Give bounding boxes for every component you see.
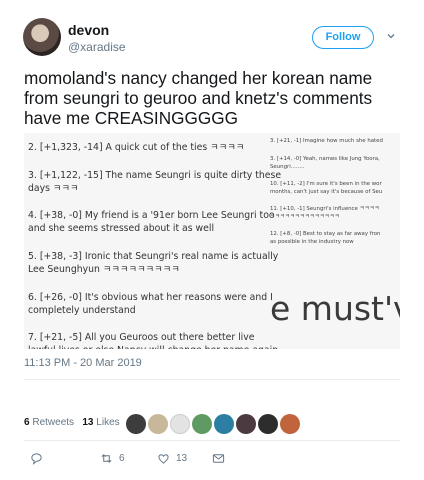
direct-message-button[interactable] <box>212 450 225 466</box>
liker-avatar[interactable] <box>170 414 190 434</box>
avatar[interactable] <box>23 18 61 56</box>
side-comment-item: 3. [+21, -1] Imagine how much she hated <box>270 138 383 144</box>
reply-icon <box>31 452 42 465</box>
comment-item: 2. [+1,323, -14] A quick cut of the ties… <box>28 142 245 153</box>
user-handle[interactable]: @xaradise <box>68 40 126 54</box>
liker-avatar[interactable] <box>126 414 146 434</box>
tweet-timestamp[interactable]: 11:13 PM - 20 Mar 2019 <box>24 357 142 369</box>
chevron-down-icon[interactable] <box>386 31 396 41</box>
liker-avatar[interactable] <box>236 414 256 434</box>
side-comment-item: 10. [+11, -2] I'm sure it's been in the … <box>270 181 383 195</box>
comment-item: 5. [+38, -3] Ironic that Seungri's real … <box>28 251 279 275</box>
follow-button[interactable]: Follow <box>312 26 374 49</box>
likes-label: Likes <box>96 417 120 428</box>
retweets-label: Retweets <box>32 417 75 428</box>
tweet-image[interactable]: 2. [+1,323, -14] A quick cut of the ties… <box>24 133 400 349</box>
like-count: 13 <box>176 452 188 464</box>
liker-avatar[interactable] <box>148 414 168 434</box>
tweet-header: devon @xaradise Follow <box>0 0 424 62</box>
tweet-actions: 6 13 <box>24 450 304 466</box>
divider <box>24 440 400 441</box>
retweet-count: 6 <box>119 452 125 464</box>
like-button[interactable]: 13 <box>157 450 187 466</box>
liker-avatar[interactable] <box>192 414 212 434</box>
display-name[interactable]: devon <box>68 22 109 38</box>
comment-item: 6. [+26, -0] It's obvious what her reaso… <box>28 292 273 316</box>
liker-avatar[interactable] <box>280 414 300 434</box>
reply-button[interactable] <box>30 450 43 466</box>
comment-item: 4. [+38, -0] My friend is a '91er born L… <box>28 210 275 234</box>
retweet-icon <box>101 453 112 463</box>
side-comment-item: 3. [+14, -0] Yeah, names like Jung Yoora… <box>270 156 380 170</box>
like-icon <box>158 453 169 464</box>
divider <box>24 379 400 380</box>
side-comment-item: 12. [+8, -0] Best to stay as far away fr… <box>270 231 381 245</box>
likes-count: 13 <box>82 417 94 428</box>
side-comment-item: 11. [+10, -1] Seungri's influence ㅋㅋㅋㅋ ㅋ… <box>270 206 380 220</box>
likes-stat[interactable]: 13 Likes <box>82 417 119 428</box>
liker-avatar[interactable] <box>258 414 278 434</box>
retweets-stat[interactable]: 6 Retweets <box>24 417 77 428</box>
message-icon <box>212 453 225 463</box>
tweet-text: momoland's nancy changed her korean name… <box>24 68 373 128</box>
comment-item: 3. [+1,122, -15] The name Seungri is qui… <box>28 170 282 194</box>
retweet-button[interactable]: 6 <box>100 450 125 466</box>
retweets-count: 6 <box>24 417 30 428</box>
liker-avatar[interactable] <box>214 414 234 434</box>
comment-item: 7. [+21, -5] All you Geuroos out there b… <box>28 332 278 349</box>
engagement-stats: 6 Retweets 13 Likes <box>24 417 120 437</box>
overlay-text: e must'v <box>270 289 400 328</box>
comment-list: 2. [+1,323, -14] A quick cut of the ties… <box>24 133 288 349</box>
